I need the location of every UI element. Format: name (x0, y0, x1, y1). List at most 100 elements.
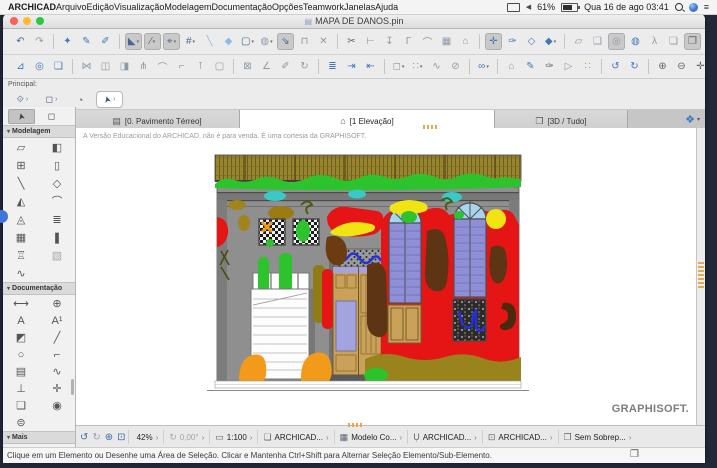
label-tool[interactable]: A¹ (44, 312, 70, 329)
layer-combination[interactable]: ❏ ARCHICAD... › (257, 430, 333, 444)
toolbox-section-documentacao[interactable]: Documentação (3, 282, 75, 295)
guide-lines-icon[interactable]: ◣ ▾ (125, 33, 142, 50)
selection-options-icon[interactable]: ◻ ▾ (390, 58, 407, 75)
grid-snap-icon[interactable]: # ▾ (182, 33, 199, 50)
transform-options-icon[interactable]: ∷ ▾ (409, 58, 426, 75)
menu-documentacao[interactable]: Documentação (211, 2, 272, 12)
camera-tool[interactable]: ⌖ (8, 444, 34, 448)
text-tool[interactable]: A (8, 312, 34, 329)
solid-ops-icon[interactable]: ◆ ▾ (542, 33, 559, 50)
visibility-icon[interactable]: ◎ (608, 33, 625, 50)
menu-opcoes[interactable]: Opções (272, 2, 303, 12)
pick-up-parameters-icon[interactable]: ✎ (78, 33, 95, 50)
view-undo-icon[interactable]: ↺ (607, 58, 624, 75)
unlink-icon[interactable]: ⊘ (447, 58, 464, 75)
furnishing-tool[interactable]: ♖ (8, 246, 34, 264)
menu-janelas[interactable]: Janelas (344, 2, 375, 12)
tabbar-drag-handle[interactable] (423, 125, 439, 129)
paste-doc-icon[interactable]: ❐ (684, 33, 701, 50)
mesh-tool[interactable]: ◬ (8, 210, 34, 228)
wall-tool[interactable]: ▱ (8, 138, 34, 156)
zoom-window-icon[interactable] (36, 17, 44, 25)
menu-ajuda[interactable]: Ajuda (375, 2, 398, 12)
intersect-icon[interactable]: ⋔ (135, 58, 152, 75)
zoom-out-icon[interactable]: ⊖ (673, 58, 690, 75)
minimize-window-icon[interactable] (23, 17, 31, 25)
spline-tool[interactable]: ∿ (44, 363, 70, 380)
spline-edit-icon[interactable]: ∿ (428, 58, 445, 75)
stair-tool[interactable]: ≣ (44, 210, 70, 228)
hotspot-tool[interactable]: ✛ (44, 380, 70, 397)
orbit-button[interactable]: ◔ (68, 92, 93, 107)
siri-icon[interactable] (688, 2, 698, 12)
menu-arquivo[interactable]: Arquivo (56, 2, 87, 12)
object-tool[interactable]: ◇ (44, 174, 70, 192)
hotlink-icon[interactable]: ∞ ▾ (475, 58, 492, 75)
inject-parameters-icon[interactable]: ✐ (97, 33, 114, 50)
menu-archicad[interactable]: ARCHICAD (8, 2, 56, 12)
scissors-icon[interactable]: ✂ (343, 33, 360, 50)
window-tool[interactable]: ▯ (44, 156, 70, 174)
palette-grab-handle[interactable] (698, 262, 704, 288)
door-tool[interactable]: ◧ (44, 138, 70, 156)
drawing-tool[interactable]: ❏ (8, 397, 34, 414)
render-sphere-icon[interactable]: ◍ (627, 33, 644, 50)
cube-3d-icon[interactable]: ❑ (589, 33, 606, 50)
marquee-tool[interactable]: ◻ (38, 109, 65, 124)
statusbar-drag-handle[interactable] (348, 423, 364, 427)
element-info-icon[interactable]: ⊿ (12, 58, 29, 75)
ghost-arrow-icon[interactable]: ▷ (560, 58, 577, 75)
zoom-level[interactable]: 42% › (127, 430, 164, 444)
explode-icon[interactable]: ⊠ (239, 58, 256, 75)
notes-icon[interactable]: ✑ (541, 58, 558, 75)
drag-mode-button[interactable]: ⟐ › (10, 92, 35, 107)
elevation-drawing[interactable] (207, 153, 529, 393)
corner-icon[interactable]: ⌐ (173, 58, 190, 75)
beam-tool[interactable]: ╲ (8, 174, 34, 192)
figure-crop-icon[interactable]: ▦ (438, 33, 455, 50)
display-mirroring-icon[interactable] (506, 2, 520, 12)
favorites-icon[interactable]: ✦ (59, 33, 76, 50)
edit-story-icon[interactable]: ✎ (522, 58, 539, 75)
cascade-windows-icon[interactable]: ❐ (630, 449, 639, 460)
detail-tool[interactable]: ◉ (44, 397, 70, 414)
fillet-chamfer-icon[interactable]: ⌒ (154, 58, 171, 75)
level-dimension-tool[interactable]: ⊕ (44, 295, 70, 312)
shell-tool[interactable]: ⌒ (44, 192, 70, 210)
model-view-options[interactable]: ▦ Modelo Co... › (333, 430, 408, 444)
status-undo-zoom-icon[interactable]: ↺ (80, 432, 88, 443)
toolbox-section-mais[interactable]: Mais (3, 431, 75, 444)
fill-tool[interactable]: ◩ (8, 329, 34, 346)
menu-edicao[interactable]: Edição (87, 2, 115, 12)
guide-eraser-icon[interactable]: ◆ (220, 33, 237, 50)
wrench-icon[interactable]: ⊢ (362, 33, 379, 50)
gravity-icon[interactable]: ⇘ (277, 33, 294, 50)
walkthrough-icon[interactable]: λ (646, 33, 663, 50)
element-snap-icon[interactable]: ⊓ (296, 33, 313, 50)
paint-icon[interactable]: ✑ (504, 33, 521, 50)
roof-home-icon[interactable]: ⌂ (457, 33, 474, 50)
slab-tool[interactable]: ⊞ (8, 156, 34, 174)
elevate-icon[interactable]: ⊺ (192, 58, 209, 75)
trim-icon[interactable]: ⋈ (78, 58, 95, 75)
move-icon[interactable]: ✛ (485, 33, 502, 50)
volume-icon[interactable]: ◀ (526, 3, 531, 11)
orientation[interactable]: ↻ 0,00° › (163, 430, 209, 444)
zoom-in-icon[interactable]: ⊕ (654, 58, 671, 75)
bring-forward-icon[interactable]: ⇥ (343, 58, 360, 75)
overlap-setting[interactable]: ❐ Sem Sobrep... › (557, 430, 637, 444)
arrow-tool[interactable]: ➤ (8, 109, 35, 124)
menu-visualizacao[interactable]: Visualização (114, 2, 164, 12)
curtain-wall-tool[interactable]: ▦ (8, 228, 34, 246)
angle-icon[interactable]: ∠ (258, 58, 275, 75)
box-3d-icon[interactable]: ▱ (570, 33, 587, 50)
toolbox-scrollbar-thumb[interactable] (71, 379, 74, 395)
level-mark-tool[interactable]: ⊥ (8, 380, 34, 397)
roof-tool[interactable]: ◭ (8, 192, 34, 210)
marquee-options-icon[interactable]: ▢ ▾ (239, 33, 256, 50)
morph-tool[interactable]: ∿ (8, 264, 34, 282)
polyline-tool[interactable]: ⌐ (44, 346, 70, 363)
close-window-icon[interactable] (10, 17, 18, 25)
fillet-icon[interactable]: ⌒ (419, 33, 436, 50)
column-tool[interactable]: ❚ (44, 228, 70, 246)
